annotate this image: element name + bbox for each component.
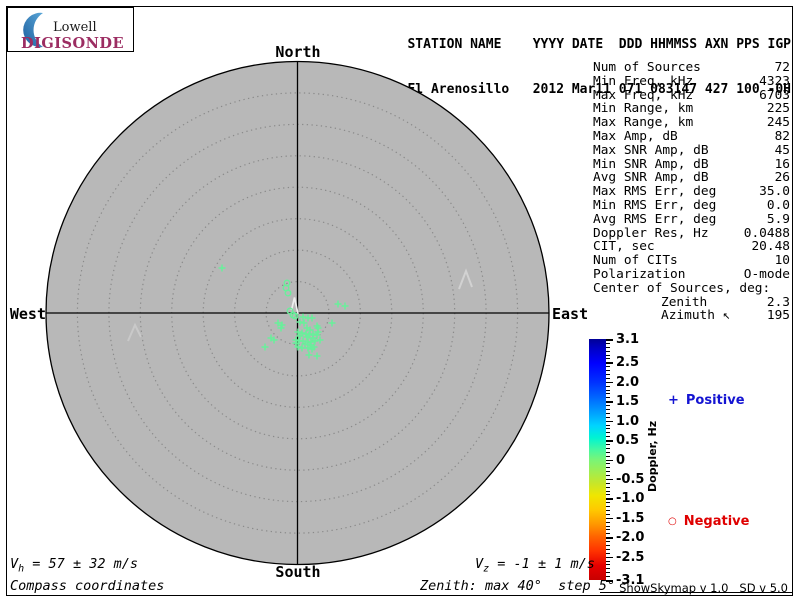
colorbar-tick-label: 0 bbox=[616, 452, 626, 468]
vh-symbol: V bbox=[10, 556, 19, 572]
colorbar-tick bbox=[606, 486, 610, 488]
colorbar-tick bbox=[606, 545, 610, 547]
colorbar-tick bbox=[606, 354, 610, 356]
colorbar-tick bbox=[606, 451, 610, 453]
plus-symbol: + bbox=[668, 393, 679, 408]
colorbar-tick-label: 0.5 bbox=[616, 433, 640, 449]
colorbar-tick bbox=[606, 552, 610, 554]
colorbar-tick bbox=[606, 389, 610, 391]
colorbar-tick bbox=[606, 471, 610, 473]
colorbar-tick bbox=[606, 541, 610, 543]
colorbar-tick bbox=[606, 362, 613, 364]
coordinates-note: Compass coordinates bbox=[10, 578, 165, 594]
colorbar-tick bbox=[606, 467, 610, 469]
colorbar-tick bbox=[606, 377, 610, 379]
colorbar-tick bbox=[606, 525, 610, 527]
colorbar-tick bbox=[606, 463, 610, 465]
colorbar-tick bbox=[606, 443, 610, 445]
showskymap-window: Lowell DIGISONDE STATION NAME YYYY DATE … bbox=[0, 0, 800, 600]
colorbar-tick bbox=[606, 370, 610, 372]
colorbar-tick bbox=[606, 576, 610, 578]
colorbar-tick bbox=[606, 548, 610, 550]
colorbar-tick bbox=[606, 342, 610, 344]
colorbar-tick bbox=[606, 401, 613, 403]
compass-label-south: South bbox=[275, 563, 321, 581]
colorbar-tick bbox=[606, 408, 610, 410]
colorbar-tick bbox=[606, 506, 610, 508]
colorbar-tick bbox=[606, 502, 610, 504]
colorbar-tick bbox=[606, 494, 610, 496]
colorbar-tick bbox=[606, 459, 613, 461]
colorbar-tick-label: 2.0 bbox=[616, 374, 640, 390]
vz-number: = -1 ± 1 m/s bbox=[489, 556, 595, 572]
doppler-axis-title: Doppler, Hz bbox=[646, 420, 659, 492]
colorbar-tick bbox=[606, 393, 610, 395]
colorbar-tick bbox=[606, 521, 610, 523]
colorbar-tick-label: 3.1 bbox=[616, 332, 640, 347]
colorbar-tick bbox=[606, 537, 613, 539]
colorbar-tick-label: -1.5 bbox=[616, 510, 645, 526]
colorbar-tick bbox=[606, 517, 613, 520]
vz-symbol: V bbox=[475, 556, 484, 572]
colorbar-tick bbox=[606, 478, 613, 481]
compass-label-north: North bbox=[275, 43, 321, 61]
colorbar-tick bbox=[606, 339, 613, 341]
colorbar-tick-label: 2.5 bbox=[616, 355, 640, 371]
colorbar-tick bbox=[606, 440, 613, 442]
colorbar-tick-label: -2.5 bbox=[616, 549, 645, 565]
vh-number: = 57 ± 32 m/s bbox=[24, 556, 138, 572]
vertical-velocity-value: Vz = -1 ± 1 m/s bbox=[475, 556, 595, 575]
colorbar-tick bbox=[606, 358, 610, 360]
colorbar-tick bbox=[606, 420, 613, 423]
colorbar-tick bbox=[606, 447, 610, 449]
colorbar-tick bbox=[606, 568, 610, 570]
colorbar-tick bbox=[606, 490, 610, 492]
legend-negative-label: Negative bbox=[683, 514, 750, 529]
colorbar-tick-label: -2.0 bbox=[616, 530, 645, 546]
colorbar-tick-label: 1.0 bbox=[616, 413, 640, 429]
colorbar-tick bbox=[606, 397, 610, 399]
colorbar-tick bbox=[606, 424, 610, 426]
colorbar-tick bbox=[606, 385, 610, 387]
colorbar-tick bbox=[606, 529, 610, 531]
colorbar-tick bbox=[606, 556, 613, 559]
colorbar-tick bbox=[606, 405, 610, 407]
colorbar-tick bbox=[606, 482, 610, 484]
colorbar-tick bbox=[606, 412, 610, 414]
colorbar-tick bbox=[606, 350, 610, 352]
legend-positive: + Positive bbox=[668, 393, 745, 408]
colorbar-tick bbox=[606, 381, 613, 384]
colorbar-tick bbox=[606, 533, 610, 535]
colorbar-tick bbox=[606, 455, 610, 457]
version-underline bbox=[600, 592, 792, 594]
colorbar-tick bbox=[606, 428, 610, 430]
colorbar-tick bbox=[606, 498, 613, 500]
colorbar-tick bbox=[606, 416, 610, 418]
colorbar-tick-label: -1.0 bbox=[616, 491, 645, 507]
colorbar-tick-label: 1.5 bbox=[616, 394, 640, 410]
colorbar-tick bbox=[606, 432, 610, 434]
colorbar-tick bbox=[606, 373, 610, 375]
colorbar-tick bbox=[606, 436, 610, 438]
legend-positive-label: Positive bbox=[685, 393, 745, 408]
circle-symbol: ○ bbox=[668, 516, 677, 527]
colorbar-tick bbox=[606, 475, 610, 477]
colorbar-tick bbox=[606, 346, 610, 348]
horizontal-velocity-value: Vh = 57 ± 32 m/s bbox=[10, 556, 138, 575]
compass-label-west: West bbox=[9, 305, 46, 323]
colorbar-tick-label: -0.5 bbox=[616, 471, 645, 487]
legend-negative: ○ Negative bbox=[668, 514, 749, 529]
compass-label-east: East bbox=[552, 305, 589, 323]
colorbar-tick bbox=[606, 510, 610, 512]
colorbar-tick bbox=[606, 366, 610, 368]
skymap-plot bbox=[45, 60, 550, 566]
colorbar-tick bbox=[606, 564, 610, 566]
zenith-range-note: Zenith: max 40° step 5° bbox=[420, 578, 616, 594]
colorbar-tick bbox=[606, 560, 610, 562]
colorbar-tick bbox=[606, 513, 610, 515]
doppler-colorbar bbox=[589, 339, 606, 580]
colorbar-tick bbox=[606, 572, 610, 574]
